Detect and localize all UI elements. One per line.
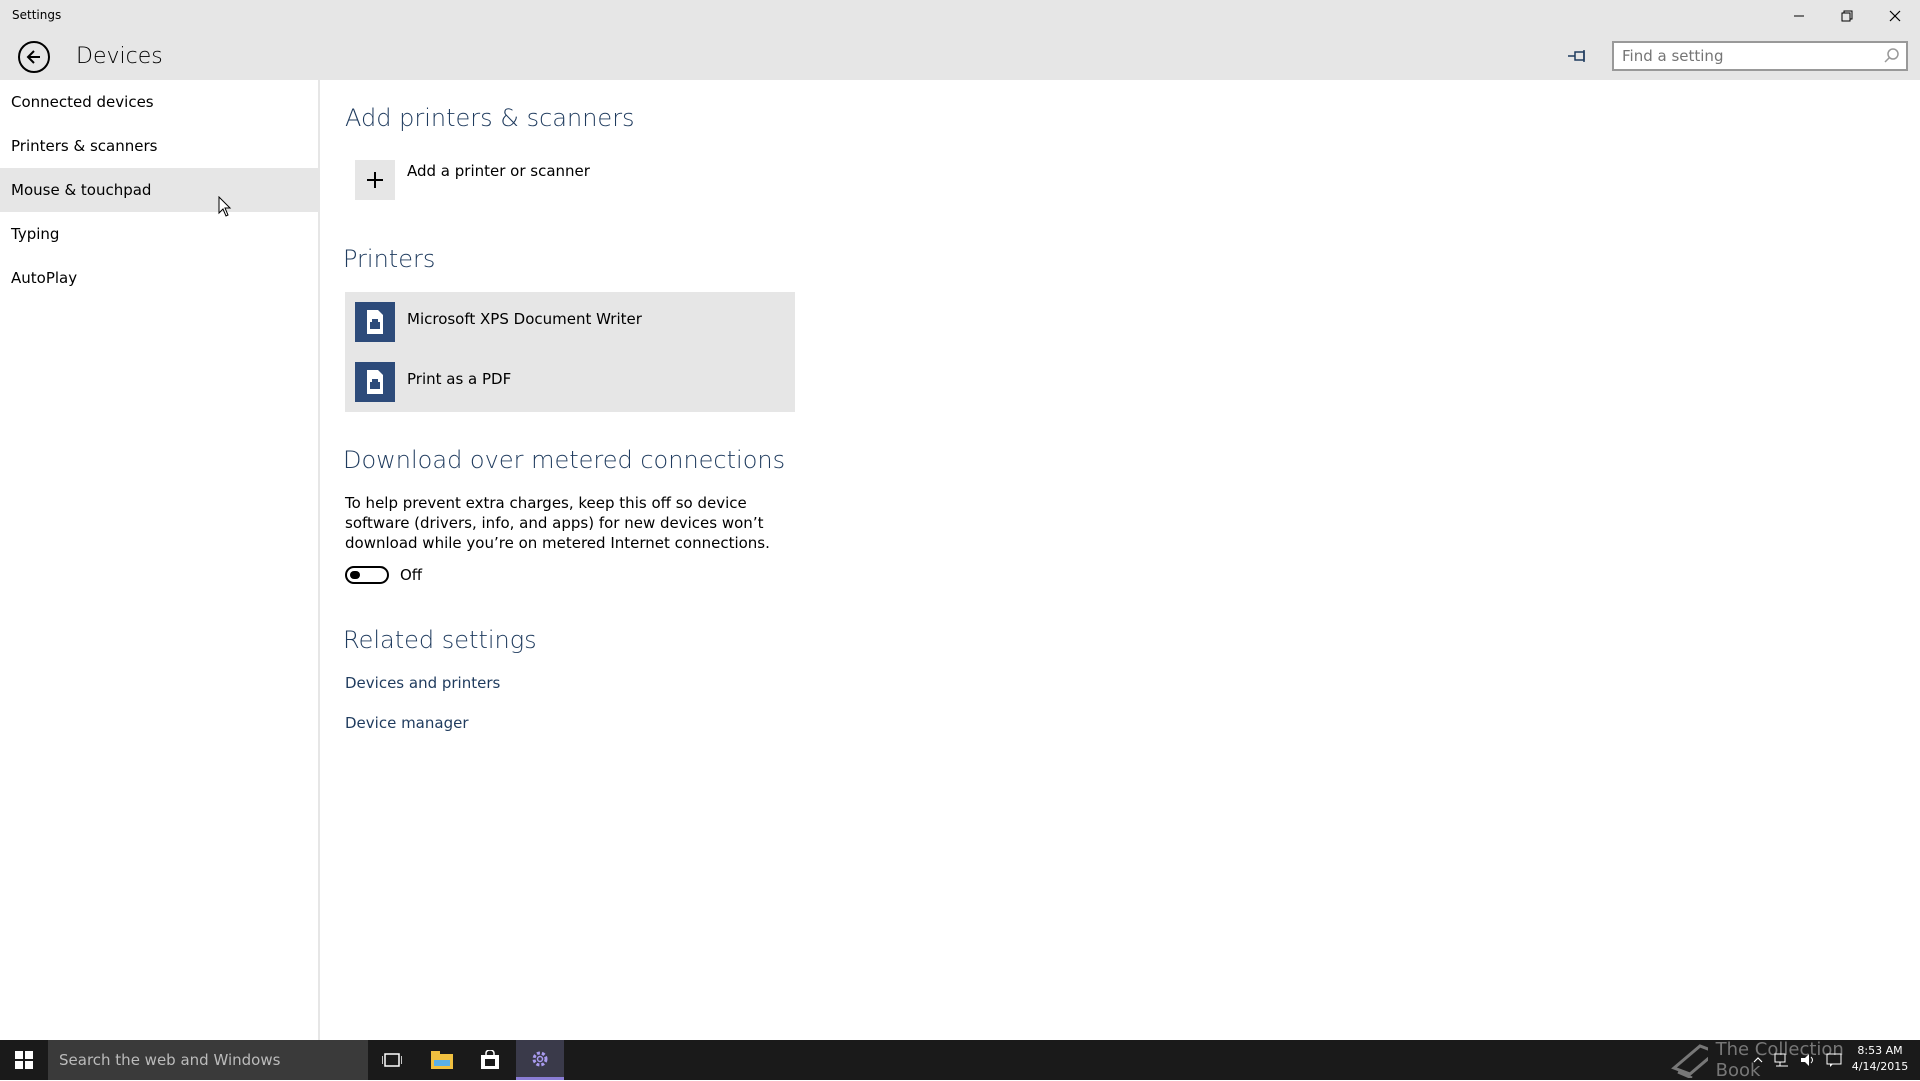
main-content: Add printers & scanners Add a printer or… xyxy=(322,80,1920,1040)
search-box[interactable] xyxy=(1612,41,1908,71)
book-logo-icon xyxy=(1671,1044,1708,1078)
speaker-icon xyxy=(1801,1054,1813,1066)
settings-taskbar-button[interactable] xyxy=(516,1040,564,1080)
related-settings-heading: Related settings xyxy=(343,626,537,654)
add-printer-button[interactable]: Add a printer or scanner xyxy=(355,160,775,200)
metered-toggle[interactable] xyxy=(345,566,389,584)
taskbar: Search the web and Windows The Collectio… xyxy=(0,1039,1920,1081)
printers-heading: Printers xyxy=(343,245,436,273)
printer-name: Print as a PDF xyxy=(407,370,512,388)
back-button[interactable] xyxy=(18,41,50,73)
taskbar-search-placeholder: Search the web and Windows xyxy=(59,1051,281,1069)
add-printer-label: Add a printer or scanner xyxy=(407,162,590,180)
sidebar-item-typing[interactable]: Typing xyxy=(0,212,318,256)
store-button[interactable] xyxy=(466,1040,514,1080)
close-button[interactable] xyxy=(1872,0,1918,32)
gear-icon xyxy=(532,1051,548,1066)
clock-time: 8:53 AM xyxy=(1857,1044,1903,1057)
start-button[interactable] xyxy=(0,1040,48,1080)
task-view-icon xyxy=(382,1053,402,1067)
sidebar-item-autoplay[interactable]: AutoPlay xyxy=(0,256,318,300)
store-bag-icon xyxy=(481,1050,499,1069)
mouse-cursor-icon xyxy=(218,196,232,217)
toggle-state-label: Off xyxy=(400,566,423,584)
pin-icon xyxy=(1568,50,1585,62)
file-explorer-button[interactable] xyxy=(418,1040,466,1080)
minimize-button[interactable] xyxy=(1776,0,1822,32)
sidebar-item-printers-scanners[interactable]: Printers & scanners xyxy=(0,124,318,168)
network-button[interactable] xyxy=(1770,1040,1794,1080)
devices-and-printers-link[interactable]: Devices and printers xyxy=(345,674,500,692)
back-arrow-icon xyxy=(26,50,40,64)
pin-to-start-button[interactable] xyxy=(1566,45,1590,67)
show-hidden-icons-button[interactable] xyxy=(1748,1040,1768,1080)
header: Devices xyxy=(0,32,1920,80)
add-printers-heading: Add printers & scanners xyxy=(345,104,635,132)
restore-button[interactable] xyxy=(1824,0,1870,32)
title-bar: Settings xyxy=(0,0,1920,32)
app-title: Settings xyxy=(12,8,62,22)
sidebar: Connected devices Printers & scanners Mo… xyxy=(0,80,320,1040)
search-input[interactable] xyxy=(1614,43,1864,69)
printer-icon xyxy=(355,302,395,342)
printer-icon xyxy=(355,362,395,402)
printer-item[interactable]: Print as a PDF xyxy=(355,362,785,406)
chevron-up-icon xyxy=(1753,1057,1763,1063)
printer-item[interactable]: Microsoft XPS Document Writer xyxy=(355,302,785,346)
device-manager-link[interactable]: Device manager xyxy=(345,714,469,732)
printer-list: Microsoft XPS Document Writer Print as a… xyxy=(345,292,795,412)
windows-logo-icon xyxy=(15,1051,33,1069)
sidebar-item-connected-devices[interactable]: Connected devices xyxy=(0,80,318,124)
plus-icon xyxy=(355,160,395,200)
action-center-button[interactable] xyxy=(1822,1040,1846,1080)
search-icon[interactable] xyxy=(1884,47,1900,63)
restore-icon xyxy=(1841,10,1853,22)
close-icon xyxy=(1889,10,1901,22)
metered-description: To help prevent extra charges, keep this… xyxy=(345,494,770,552)
taskbar-search-box[interactable]: Search the web and Windows xyxy=(48,1040,368,1080)
network-icon xyxy=(1774,1053,1788,1067)
page-title: Devices xyxy=(76,44,163,69)
action-center-icon xyxy=(1826,1053,1842,1067)
folder-icon xyxy=(431,1051,453,1069)
clock-date: 4/14/2015 xyxy=(1851,1060,1909,1073)
printer-name: Microsoft XPS Document Writer xyxy=(407,310,642,328)
sidebar-item-mouse-touchpad[interactable]: Mouse & touchpad xyxy=(0,168,318,212)
clock[interactable]: 8:53 AM 4/14/2015 xyxy=(1848,1043,1912,1075)
minimize-icon xyxy=(1794,15,1804,17)
task-view-button[interactable] xyxy=(368,1040,416,1080)
toggle-knob xyxy=(350,571,360,579)
volume-button[interactable] xyxy=(1796,1040,1820,1080)
metered-heading: Download over metered connections xyxy=(343,446,786,474)
